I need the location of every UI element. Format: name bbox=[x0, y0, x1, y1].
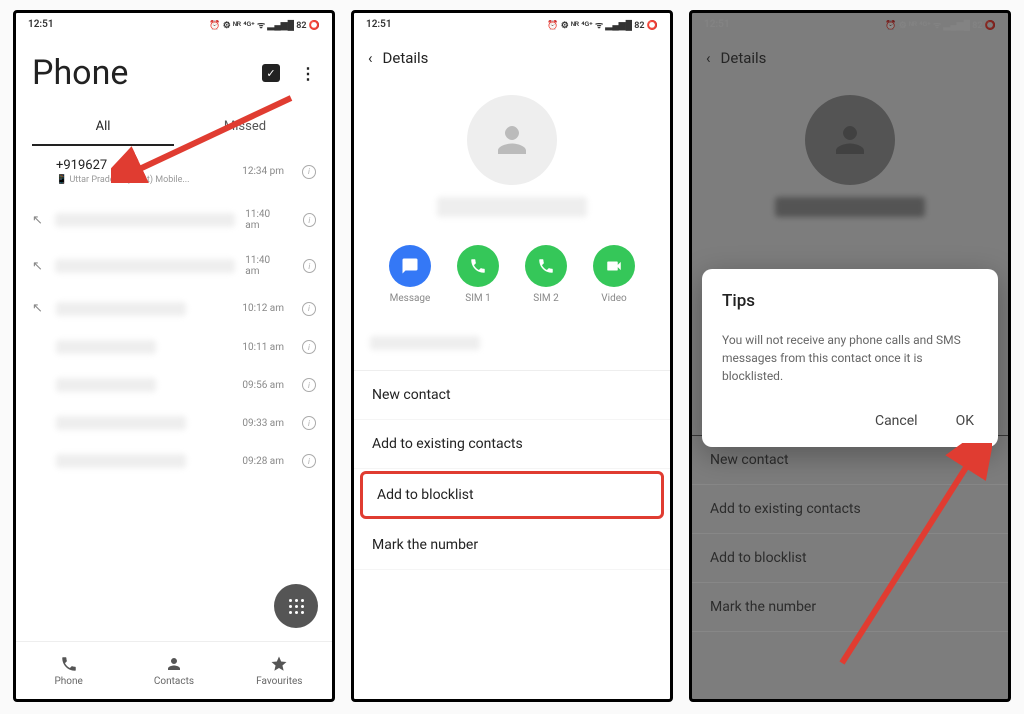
status-bar: 12:51 ⏰ ⚙ ᴺᴿ ⁴ᴳ⁺ ᯤ ▂▄▆█ 82 ⭕ bbox=[692, 13, 1008, 35]
status-icons: ⏰ ⚙ ᴺᴿ ⁴ᴳ⁺ ᯤ ▂▄▆█ 82 ⭕ bbox=[885, 18, 996, 31]
page-title: Phone bbox=[32, 53, 128, 93]
action-label: SIM 1 bbox=[465, 293, 491, 304]
header-title: Details bbox=[383, 49, 429, 67]
blurred-contact bbox=[56, 302, 186, 316]
status-bar: 12:51 ⏰ ⚙ ᴺᴿ ⁴ᴳ⁺ ᯤ ▂▄▆█ 82 ⭕ bbox=[354, 13, 670, 35]
blurred-contact bbox=[56, 416, 186, 430]
info-icon[interactable]: i bbox=[302, 454, 316, 468]
call-item[interactable]: ↖ 11:40 am i bbox=[32, 243, 316, 289]
header-title: Details bbox=[721, 49, 767, 67]
call-item[interactable]: 10:11 am i bbox=[32, 328, 316, 366]
nav-favourites[interactable]: Favourites bbox=[227, 642, 332, 699]
nav-label: Favourites bbox=[256, 676, 302, 687]
back-header[interactable]: ‹ Details bbox=[354, 35, 670, 77]
screen-blocklist-dialog: 12:51⏰ ⚙ ᴺᴿ ⁴ᴳ⁺ ᯤ ▂▄▆█ 82 ⭕ ‹Details New… bbox=[689, 10, 1011, 702]
menu-new-contact[interactable]: New contact bbox=[354, 371, 670, 420]
call-time: 10:11 am bbox=[242, 342, 284, 353]
info-icon[interactable]: i bbox=[303, 259, 316, 273]
outgoing-call-icon: ↖ bbox=[32, 213, 45, 228]
info-icon[interactable]: i bbox=[302, 165, 316, 179]
overflow-menu-icon[interactable]: ⋮ bbox=[300, 64, 316, 83]
info-icon[interactable]: i bbox=[302, 302, 316, 316]
menu-add-blocklist[interactable]: Add to blocklist bbox=[360, 471, 664, 519]
action-label: Message bbox=[390, 293, 431, 304]
call-item[interactable]: ↖ 10:12 am i bbox=[32, 289, 316, 328]
tab-missed[interactable]: Missed bbox=[174, 109, 316, 146]
call-item[interactable]: ↖ 11:40 am i bbox=[32, 197, 316, 243]
info-icon[interactable]: i bbox=[302, 416, 316, 430]
options-menu: New contact Add to existing contacts Add… bbox=[354, 370, 670, 570]
call-time: 09:33 am bbox=[242, 418, 284, 429]
back-header: ‹ Details bbox=[692, 35, 1008, 77]
bottom-nav: Phone Contacts Favourites bbox=[16, 641, 332, 699]
select-toggle-icon[interactable]: ✓ bbox=[262, 64, 280, 82]
info-icon[interactable]: i bbox=[303, 213, 316, 227]
status-time: 12:51 bbox=[28, 19, 54, 30]
tab-all[interactable]: All bbox=[32, 109, 174, 146]
menu-add-existing: Add to existing contacts bbox=[692, 485, 1008, 534]
screen-contact-details: 12:51 ⏰ ⚙ ᴺᴿ ⁴ᴳ⁺ ᯤ ▂▄▆█ 82 ⭕ ‹ Details Mes… bbox=[351, 10, 673, 702]
call-item[interactable]: 09:33 am i bbox=[32, 404, 316, 442]
call-time: 09:28 am bbox=[242, 456, 284, 467]
status-time: 12:51 bbox=[704, 19, 730, 30]
nav-contacts[interactable]: Contacts bbox=[121, 642, 226, 699]
blurred-contact bbox=[56, 340, 156, 354]
status-bar: 12:51 ⏰ ⚙ ᴺᴿ ⁴ᴳ⁺ ᯤ ▂▄▆█ 82 ⭕ bbox=[16, 13, 332, 35]
info-icon[interactable]: i bbox=[302, 340, 316, 354]
nav-label: Phone bbox=[54, 676, 82, 687]
call-location: 📱 Uttar Pradesh (West) Mobile... bbox=[56, 175, 232, 185]
blurred-contact bbox=[56, 454, 186, 468]
back-chevron-icon: ‹ bbox=[368, 49, 373, 67]
action-label: Video bbox=[601, 293, 626, 304]
blurred-contact bbox=[55, 213, 235, 227]
call-time: 11:40 am bbox=[245, 209, 284, 231]
action-message[interactable]: Message bbox=[389, 245, 431, 304]
dialog-message: You will not receive any phone calls and… bbox=[722, 331, 978, 385]
call-time: 09:56 am bbox=[242, 380, 284, 391]
screen-phone-app: 12:51 ⏰ ⚙ ᴺᴿ ⁴ᴳ⁺ ᯤ ▂▄▆█ 82 ⭕ Phone ✓ ⋮ A… bbox=[13, 10, 335, 702]
menu-mark-number[interactable]: Mark the number bbox=[354, 521, 670, 570]
info-icon[interactable]: i bbox=[302, 378, 316, 392]
phone-number-block bbox=[354, 324, 670, 370]
action-row: Message SIM 1 SIM 2 Video bbox=[354, 245, 670, 324]
action-call-sim2[interactable]: SIM 2 bbox=[525, 245, 567, 304]
call-item[interactable]: 09:28 am i bbox=[32, 442, 316, 480]
tabs: All Missed bbox=[16, 109, 332, 146]
menu-add-existing[interactable]: Add to existing contacts bbox=[354, 420, 670, 469]
outgoing-call-icon: ↖ bbox=[32, 259, 45, 274]
outgoing-call-icon: ↖ bbox=[32, 301, 46, 316]
blurred-contact bbox=[56, 378, 156, 392]
nav-label: Contacts bbox=[154, 676, 194, 687]
dialpad-fab[interactable] bbox=[274, 584, 318, 628]
action-call-sim1[interactable]: SIM 1 bbox=[457, 245, 499, 304]
back-chevron-icon: ‹ bbox=[706, 49, 711, 67]
cancel-button[interactable]: Cancel bbox=[871, 407, 922, 435]
menu-mark-number: Mark the number bbox=[692, 583, 1008, 632]
status-icons: ⏰ ⚙ ᴺᴿ ⁴ᴳ⁺ ᯤ ▂▄▆█ 82 ⭕ bbox=[209, 18, 320, 31]
call-time: 11:40 am bbox=[245, 255, 284, 277]
ok-button[interactable]: OK bbox=[952, 407, 978, 435]
action-label: SIM 2 bbox=[533, 293, 559, 304]
contact-name bbox=[354, 197, 670, 217]
call-time: 12:34 pm bbox=[242, 166, 284, 177]
status-icons: ⏰ ⚙ ᴺᴿ ⁴ᴳ⁺ ᯤ ▂▄▆█ 82 ⭕ bbox=[547, 18, 658, 31]
action-video[interactable]: Video bbox=[593, 245, 635, 304]
nav-phone[interactable]: Phone bbox=[16, 642, 121, 699]
tips-dialog: Tips You will not receive any phone call… bbox=[702, 269, 998, 447]
call-time: 10:12 am bbox=[242, 303, 284, 314]
status-time: 12:51 bbox=[366, 19, 392, 30]
recent-calls-list: +919627 📱 Uttar Pradesh (West) Mobile...… bbox=[16, 146, 332, 480]
call-item[interactable]: +919627 📱 Uttar Pradesh (West) Mobile...… bbox=[32, 146, 316, 197]
call-number: +919627 bbox=[56, 158, 232, 173]
contact-avatar bbox=[467, 95, 557, 185]
menu-add-blocklist: Add to blocklist bbox=[692, 534, 1008, 583]
contact-name bbox=[692, 197, 1008, 217]
contact-avatar bbox=[805, 95, 895, 185]
blurred-contact bbox=[55, 259, 235, 273]
call-item[interactable]: 09:56 am i bbox=[32, 366, 316, 404]
dialog-title: Tips bbox=[722, 291, 978, 311]
